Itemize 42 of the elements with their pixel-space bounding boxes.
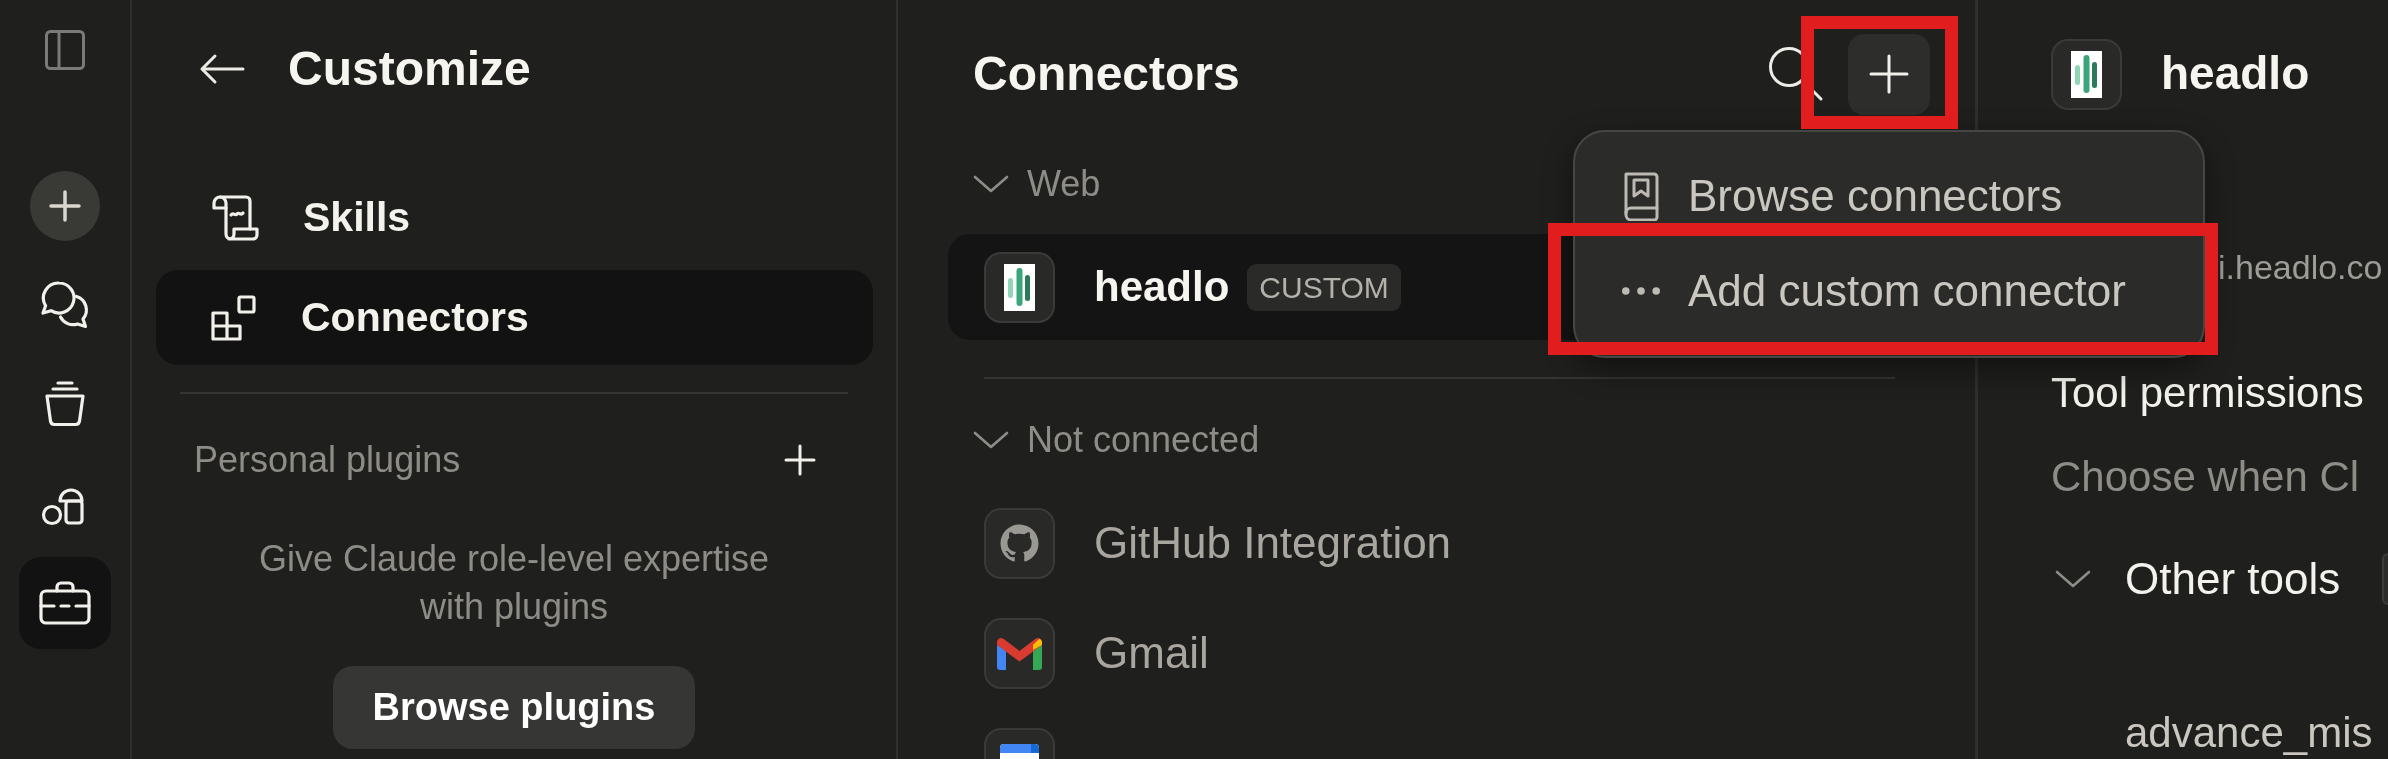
tool-name: advance_mis — [2124, 708, 2374, 758]
empty-state-text: Give Claude role-level expertise with plugins — [257, 537, 771, 629]
add-button[interactable] — [1848, 33, 1930, 115]
nav-item[interactable]: Connectors — [156, 270, 873, 365]
browse-plugins-button[interactable]: Browse plugins — [332, 666, 696, 749]
gmail-logo-icon — [984, 617, 1055, 689]
briefcase-button[interactable] — [19, 557, 111, 649]
connector-tag: CUSTOM — [1247, 263, 1401, 311]
plus-icon — [1869, 54, 1909, 94]
bars-logo-icon — [2051, 38, 2122, 110]
add-plugin-button[interactable] — [784, 444, 816, 476]
plus-icon — [30, 171, 100, 241]
search-button[interactable] — [1768, 46, 1824, 102]
blocks-icon — [210, 293, 258, 342]
chat-bubbles-icon — [39, 280, 91, 330]
github-logo-icon — [984, 507, 1055, 579]
connector-name: GitHub Integration — [1094, 517, 1452, 569]
nav-item[interactable]: Skills — [156, 170, 873, 265]
plus-icon — [784, 444, 816, 476]
panel-title: Connectors — [973, 46, 1240, 102]
back-arrow-icon — [199, 53, 245, 85]
url-text: i.headlo.co — [2218, 247, 2384, 287]
group-toggle[interactable]: Other tools — [2051, 546, 2341, 612]
description-text: Choose when Cl — [2051, 452, 2361, 502]
section-header[interactable]: Not connected — [948, 418, 1266, 462]
section-header[interactable]: Web — [948, 162, 1107, 206]
bars-logo-icon — [984, 251, 1055, 323]
back-button[interactable] — [199, 53, 245, 85]
connector-name: Gmail — [1094, 627, 1209, 679]
section-heading: Personal plugins — [194, 438, 461, 482]
connector-name: headlo — [1094, 262, 1230, 312]
panel-title: Customize — [288, 41, 531, 97]
ellipsis-icon — [1622, 286, 1660, 295]
connector-item[interactable]: GitHub Integration — [948, 490, 1930, 596]
book-icon — [1622, 170, 1660, 221]
connector-title: headlo — [2161, 46, 2310, 102]
scroll-icon — [210, 193, 260, 242]
sidebar-toggle-icon — [45, 30, 85, 70]
badge-edge — [2382, 553, 2388, 605]
section-title: Tool permissions — [2051, 368, 2365, 418]
briefcase-icon — [38, 580, 92, 626]
connector-item[interactable]: Gmail — [948, 600, 1930, 706]
